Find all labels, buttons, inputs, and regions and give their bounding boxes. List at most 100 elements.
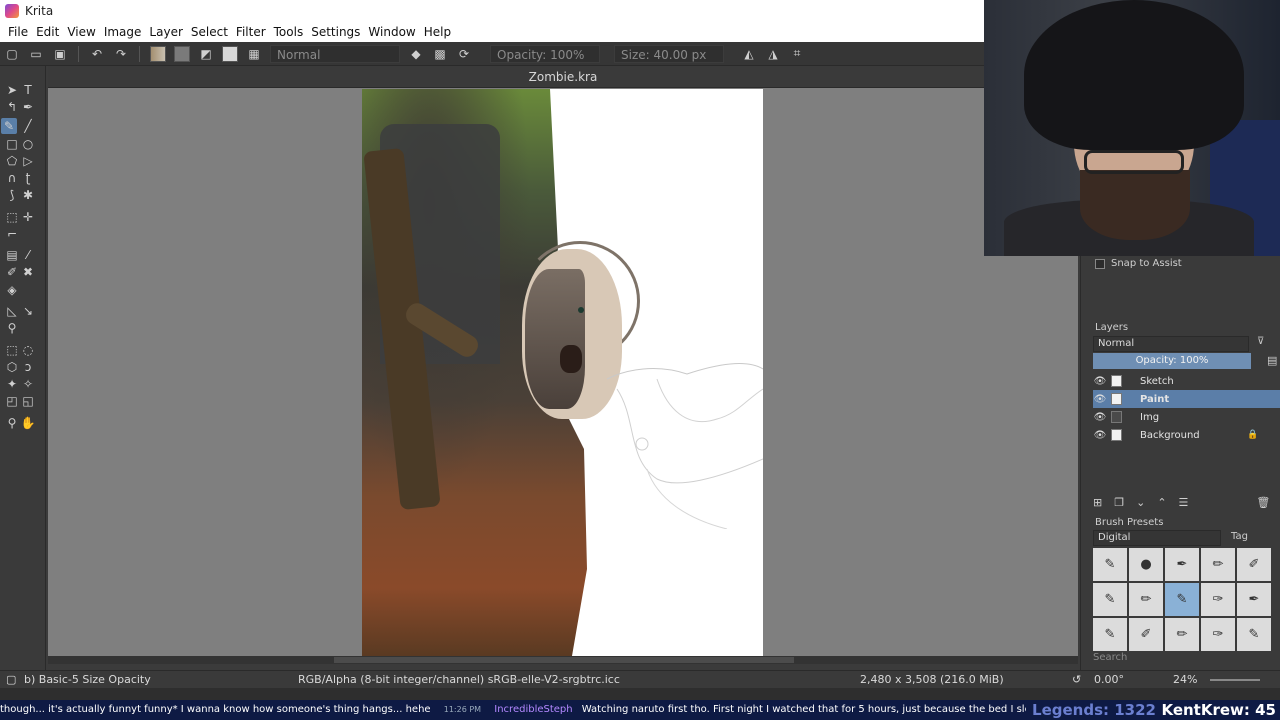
brush-preset[interactable]: ✎ [1093, 618, 1127, 651]
zoom-tool-icon[interactable]: ⚲ [4, 415, 20, 431]
brush-preset[interactable]: ✑ [1201, 583, 1235, 616]
brush-preset-selected[interactable]: ✎ [1165, 583, 1199, 616]
brush-tag-select[interactable]: Digital [1093, 530, 1221, 546]
ellipse-tool-icon[interactable]: ○ [20, 136, 36, 152]
layer-row-paint[interactable]: 👁 Paint [1093, 390, 1280, 408]
magnetic-selection-tool-icon[interactable]: ◱ [20, 393, 36, 409]
menu-help[interactable]: Help [420, 25, 455, 39]
dynamic-brush-tool-icon[interactable]: ⟆ [4, 187, 20, 203]
brush-search-input[interactable]: Search [1093, 652, 1127, 663]
duplicate-layer-icon[interactable]: ❐ [1114, 496, 1124, 509]
bezier-selection-tool-icon[interactable]: ◰ [4, 393, 20, 409]
layer-blend-select[interactable]: Normal [1093, 336, 1249, 352]
select-shapes-tool-icon[interactable]: ➤ [4, 82, 20, 98]
pattern-swatch[interactable] [174, 45, 190, 62]
brush-preset[interactable]: ✎ [1093, 548, 1127, 581]
lock-icon[interactable]: 🔒 [1247, 430, 1258, 440]
freehand-path-tool-icon[interactable]: ʈ [20, 170, 36, 186]
gradient-swatch[interactable] [150, 45, 166, 62]
brush-preset[interactable]: ✐ [1129, 618, 1163, 651]
snap-checkbox[interactable] [1095, 258, 1105, 269]
brush-icon[interactable]: ▢ [6, 673, 16, 686]
brush-preset[interactable]: ✒ [1237, 583, 1271, 616]
eraser-mode-icon[interactable]: ◆ [405, 44, 427, 64]
crop-tool-icon[interactable]: ⌐ [4, 226, 20, 242]
rotation-icon[interactable]: ↺ [1072, 673, 1081, 686]
layer-menu-icon[interactable]: ☰ [1179, 496, 1189, 509]
rect-selection-tool-icon[interactable]: ⬚ [4, 342, 20, 358]
brush-preset[interactable]: ✏ [1165, 618, 1199, 651]
similar-selection-tool-icon[interactable]: ✧ [20, 376, 36, 392]
menu-filter[interactable]: Filter [232, 25, 270, 39]
colorize-mask-tool-icon[interactable]: ✐ [4, 264, 20, 280]
multibrush-tool-icon[interactable]: ✱ [20, 187, 36, 203]
scrollbar-thumb[interactable] [334, 657, 794, 663]
edit-shapes-tool-icon[interactable]: ↰ [4, 99, 20, 115]
layer-opacity-slider[interactable]: Opacity: 100% [1093, 353, 1251, 369]
blend-mode-select[interactable]: Normal [270, 44, 400, 63]
brush-preset[interactable]: ✑ [1201, 618, 1235, 651]
document-tab[interactable]: Zombie.kra [48, 66, 1078, 88]
reload-preset-icon[interactable]: ⟳ [453, 44, 475, 64]
brush-preset[interactable]: ✏ [1129, 583, 1163, 616]
measure-tool-icon[interactable]: ↘ [20, 303, 36, 319]
assistant-tool-icon[interactable]: ◺ [4, 303, 20, 319]
menu-settings[interactable]: Settings [307, 25, 364, 39]
fill-tool-icon[interactable]: ◈ [4, 282, 20, 298]
calligraphy-tool-icon[interactable]: ✒ [20, 99, 36, 115]
contiguous-selection-tool-icon[interactable]: ✦ [4, 376, 20, 392]
layer-row-background[interactable]: 👁 Background 🔒 [1093, 426, 1280, 444]
polyline-tool-icon[interactable]: ▷ [20, 153, 36, 169]
layer-properties-icon[interactable]: ▤ [1267, 354, 1277, 367]
polygon-selection-tool-icon[interactable]: ⬡ [4, 359, 20, 375]
eye-icon[interactable]: 👁 [1093, 430, 1107, 441]
brush-preset[interactable]: ✐ [1237, 548, 1271, 581]
menu-select[interactable]: Select [187, 25, 232, 39]
redo-icon[interactable]: ↷ [110, 44, 132, 64]
bezier-tool-icon[interactable]: ∩ [4, 170, 20, 186]
transform-tool-icon[interactable]: ⬚ [4, 209, 20, 225]
mirror-horizontal-icon[interactable]: ◭ [738, 44, 760, 64]
brush-preset[interactable]: ✎ [1093, 583, 1127, 616]
save-icon[interactable]: ▣ [49, 44, 71, 64]
brush-preset[interactable]: ● [1129, 548, 1163, 581]
move-layer-down-icon[interactable]: ⌄ [1136, 496, 1145, 509]
text-tool-icon[interactable]: T [20, 82, 36, 98]
canvas-horizontal-scrollbar[interactable] [48, 656, 1078, 664]
canvas[interactable] [362, 89, 763, 656]
menu-edit[interactable]: Edit [32, 25, 63, 39]
reference-images-tool-icon[interactable]: ⚲ [4, 320, 20, 336]
menu-window[interactable]: Window [364, 25, 419, 39]
brush-preset-swatch[interactable] [222, 45, 238, 62]
menu-tools[interactable]: Tools [270, 25, 308, 39]
move-tool-icon[interactable]: ✛ [20, 209, 36, 225]
fg-bg-color-icon[interactable]: ◩ [195, 44, 217, 64]
smart-patch-tool-icon[interactable]: ✖ [20, 264, 36, 280]
layer-row-img[interactable]: 👁 Img [1093, 408, 1280, 426]
eye-icon[interactable]: 👁 [1093, 412, 1107, 423]
color-picker-tool-icon[interactable]: ⁄ [20, 247, 36, 263]
delete-layer-icon[interactable]: 🗑 [1256, 496, 1270, 509]
eye-icon[interactable]: 👁 [1093, 394, 1107, 405]
canvas-area[interactable] [48, 88, 1078, 656]
gradient-tool-icon[interactable]: ▤ [4, 247, 20, 263]
brush-preset[interactable]: ✏ [1201, 548, 1235, 581]
pan-tool-icon[interactable]: ✋ [20, 415, 36, 431]
line-tool-icon[interactable]: ╱ [20, 118, 36, 134]
open-document-icon[interactable]: ▭ [25, 44, 47, 64]
eye-icon[interactable]: 👁 [1093, 376, 1107, 387]
brush-settings-icon[interactable]: ▦ [243, 44, 265, 64]
add-layer-icon[interactable]: ⊞ [1093, 496, 1102, 509]
filter-icon[interactable]: ⊽ [1257, 336, 1264, 347]
layer-row-sketch[interactable]: 👁 Sketch [1093, 372, 1280, 390]
menu-view[interactable]: View [63, 25, 99, 39]
move-layer-up-icon[interactable]: ⌃ [1157, 496, 1166, 509]
menu-image[interactable]: Image [100, 25, 146, 39]
undo-icon[interactable]: ↶ [86, 44, 108, 64]
freehand-brush-tool-icon[interactable]: ✎ [1, 118, 17, 134]
preserve-alpha-icon[interactable]: ▩ [429, 44, 451, 64]
size-slider[interactable]: Size: 40.00 px [614, 44, 724, 63]
tag-label[interactable]: Tag [1231, 531, 1248, 542]
brush-preset[interactable]: ✒ [1165, 548, 1199, 581]
new-document-icon[interactable]: ▢ [1, 44, 23, 64]
